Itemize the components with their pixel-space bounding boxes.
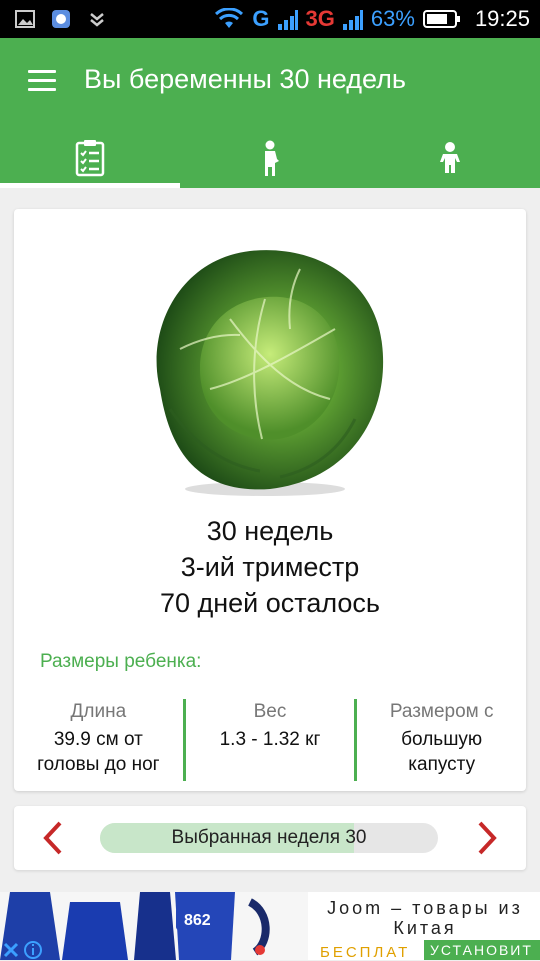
tab-baby[interactable] (360, 128, 540, 188)
signal-2-icon (342, 10, 363, 30)
size-value: большую капусту (401, 729, 483, 775)
close-icon[interactable] (0, 940, 22, 960)
size-column: Размером с большую капусту (357, 699, 526, 779)
signal-1-icon (277, 10, 298, 30)
weeks-label: 30 недель (206, 516, 334, 546)
days-left-label: 70 дней осталось (159, 588, 381, 618)
page-title: Вы беременны 30 недель (84, 64, 406, 94)
ad-banner[interactable]: 862 Joom – товары из Китая БЕСПЛАТ УСТАН… (0, 892, 540, 961)
pregnant-woman-icon (265, 140, 279, 176)
cabbage-image (156, 250, 384, 496)
tab-bar (0, 128, 540, 188)
baby-sizes-table: Длина 39.9 см от головы до ног Вес 1.3 -… (14, 699, 526, 781)
menu-icon[interactable] (28, 70, 56, 92)
chevron-right-icon[interactable] (472, 820, 502, 856)
size-label: Размером с (389, 701, 494, 722)
baby-icon (440, 142, 460, 173)
app-bar: Вы беременны 30 недель (0, 38, 540, 188)
baby-sizes-title: Размеры ребенка: (40, 651, 202, 672)
battery-icon (422, 10, 460, 28)
week-info: 30 недель 3-ий триместр 70 дней осталось (14, 513, 526, 621)
weight-label: Вес (253, 701, 287, 722)
ad-close-controls (0, 940, 46, 960)
battery-percent: 63% (370, 6, 415, 31)
wifi-icon (215, 8, 244, 28)
status-bar: G 3G 63% 19:25 (0, 0, 540, 38)
week-progress-bar[interactable]: Выбранная неделя 30 (100, 823, 438, 853)
app-notification-icon (52, 10, 70, 28)
ad-headline: Joom – товары из Китая (327, 898, 523, 938)
clock: 19:25 (474, 6, 530, 31)
week-selector: Выбранная неделя 30 (14, 806, 526, 870)
gallery-icon (15, 10, 35, 28)
ad-price-badge: 862 (184, 912, 211, 929)
download-icon (90, 13, 104, 27)
checklist-icon (75, 140, 105, 177)
length-column: Длина 39.9 см от головы до ног (14, 699, 183, 779)
ad-image: 862 (0, 892, 308, 960)
length-label: Длина (70, 701, 127, 722)
ad-dresses-image: 862 (0, 892, 308, 960)
info-icon[interactable] (22, 940, 44, 960)
tab-mother[interactable] (180, 128, 360, 188)
ad-free-label: БЕСПЛАТ (320, 944, 411, 961)
selected-week-label: Выбранная неделя 30 (171, 827, 367, 848)
chevron-left-icon[interactable] (38, 820, 68, 856)
weight-column: Вес 1.3 - 1.32 кг (186, 699, 355, 779)
week-card: 30 недель 3-ий триместр 70 дней осталось… (14, 209, 526, 791)
network-3g-label: 3G (305, 6, 335, 31)
tab-checklist[interactable] (0, 128, 180, 188)
ad-install-button[interactable]: УСТАНОВИТ (424, 940, 540, 960)
length-value: 39.9 см от головы до ног (37, 729, 160, 775)
network-g-label: G (252, 6, 270, 31)
weight-value: 1.3 - 1.32 кг (219, 729, 321, 750)
trimester-label: 3-ий триместр (180, 552, 360, 582)
